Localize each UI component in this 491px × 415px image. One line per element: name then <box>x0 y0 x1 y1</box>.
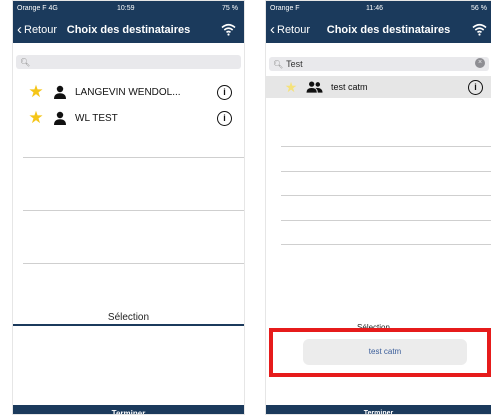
info-icon[interactable]: i <box>468 79 483 95</box>
phone-screen-right: Orange F 11:46 56 % ‹ Retour Choix des d… <box>265 0 491 415</box>
wifi-icon[interactable] <box>472 23 487 36</box>
selected-recipient-chip[interactable]: test catm <box>303 339 467 365</box>
person-icon <box>54 85 66 99</box>
selection-title: Sélection <box>107 312 150 323</box>
nav-bar: ‹ Retour Choix des destinataires <box>266 17 491 43</box>
divider <box>23 157 244 158</box>
contact-name: LANGEVIN WENDOL... <box>75 86 181 98</box>
divider <box>281 146 491 147</box>
divider <box>23 263 244 264</box>
search-input[interactable]: 🔍︎ <box>16 55 241 69</box>
list-item[interactable]: ★ test catm i <box>266 76 491 98</box>
divider <box>281 195 491 196</box>
finish-button[interactable]: Terminer <box>266 405 491 414</box>
page-title: Choix des destinataires <box>66 24 191 36</box>
battery-label: 56 % <box>471 5 487 12</box>
divider <box>281 244 491 245</box>
battery-label: 75 % <box>222 5 238 12</box>
person-icon <box>54 111 66 125</box>
divider <box>23 210 244 211</box>
star-icon[interactable]: ★ <box>27 82 45 102</box>
contact-name: WL TEST <box>75 112 118 124</box>
carrier-label: Orange F <box>270 5 300 12</box>
search-icon: 🔍︎ <box>20 57 31 67</box>
page-title: Choix des destinataires <box>326 24 451 36</box>
wifi-icon[interactable] <box>221 23 236 36</box>
search-input[interactable]: 🔍︎ Test × <box>269 57 489 71</box>
star-icon[interactable]: ★ <box>282 79 300 96</box>
search-value: Test <box>286 59 303 69</box>
finish-button[interactable]: Terminer <box>13 405 244 414</box>
list-item[interactable]: ★ WL TEST i <box>27 107 244 129</box>
search-icon: 🔍︎ <box>273 59 284 69</box>
contact-name: test catm <box>331 82 368 92</box>
status-bar: Orange F 4G 10:59 75 % <box>13 1 244 17</box>
carrier-label: Orange F 4G <box>17 5 58 12</box>
clear-icon[interactable]: × <box>475 58 485 68</box>
info-icon[interactable]: i <box>217 84 232 100</box>
star-icon[interactable]: ★ <box>27 108 45 128</box>
divider <box>281 171 491 172</box>
group-icon <box>306 81 323 93</box>
list-item[interactable]: ★ LANGEVIN WENDOL... i <box>27 81 244 103</box>
status-bar: Orange F 11:46 56 % <box>266 1 491 17</box>
time-label: 11:46 <box>366 5 383 12</box>
divider <box>281 220 491 221</box>
nav-bar: ‹ Retour Choix des destinataires <box>13 17 244 43</box>
time-label: 10:59 <box>117 5 135 12</box>
selection-divider <box>13 324 244 326</box>
phone-screen-left: Orange F 4G 10:59 75 % ‹ Retour Choix de… <box>12 0 245 415</box>
info-icon[interactable]: i <box>217 110 232 126</box>
